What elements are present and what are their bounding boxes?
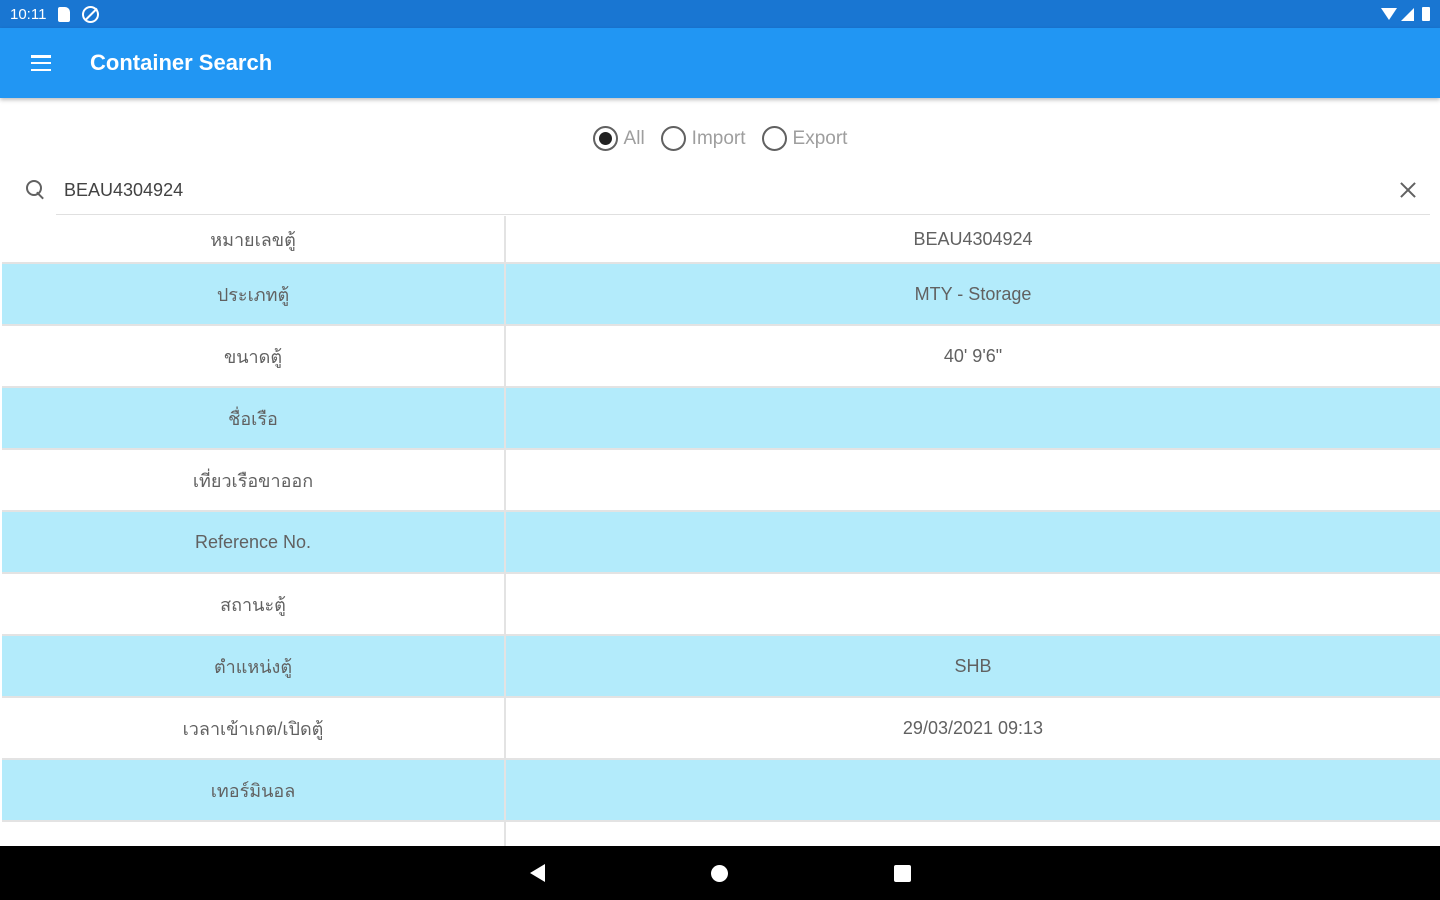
row-label: เวลาเข้าเกต/เปิดตู้ [2,698,506,758]
radio-unchecked-icon[interactable] [761,126,787,151]
table-row: ขนาดตู้ 40' 9'6" [2,326,1440,388]
home-icon[interactable] [711,865,728,882]
row-value [506,574,1440,634]
table-row: เที่ยวเรือขาออก [2,450,1440,512]
details-table: หมายเลขตู้ BEAU4304924 ประเภทตู้ MTY - S… [2,216,1440,846]
row-value: BEAU4304924 [913,228,1033,249]
table-row: เวลาเข้าเกต/เปิดตู้ 29/03/2021 09:13 [2,698,1440,760]
status-bar: 10:11 [0,0,1440,28]
row-label: สถานะตู้ [2,574,506,634]
status-time: 10:11 [10,5,47,23]
row-value: 29/03/2021 09:13 [902,717,1044,738]
search-input[interactable] [64,179,1364,201]
row-label: ชื่อเรือ [2,388,506,448]
row-value [506,760,1440,820]
search-underline [56,214,1430,215]
table-row: ชื่อเรือ [2,388,1440,450]
row-label: ตำแหน่งตู้ [2,636,506,696]
radio-all[interactable]: All [592,126,645,151]
battery-icon [1422,7,1430,21]
table-row: หมายเลขตู้ BEAU4304924 [2,216,1440,264]
row-value: SHB [954,655,992,676]
search-icon [26,180,46,200]
row-value [506,822,1440,846]
page-title: Container Search [90,50,273,75]
row-value [506,388,1440,448]
radio-import[interactable]: Import [660,126,746,151]
radio-all-label: All [623,127,645,149]
radio-import-label: Import [691,127,746,149]
close-icon[interactable] [1398,180,1418,200]
recent-apps-icon[interactable] [894,865,911,882]
signal-icon [1401,7,1414,21]
menu-icon[interactable] [31,55,51,71]
row-value [506,512,1440,572]
location-off-icon [82,5,100,23]
wifi-icon [1381,8,1397,20]
sd-card-icon [58,6,71,22]
row-value [506,450,1440,510]
row-label [2,822,506,846]
table-row: Reference No. [2,512,1440,574]
row-value: MTY - Storage [914,283,1032,304]
app-bar: Container Search [0,28,1440,98]
row-label: ขนาดตู้ [2,326,506,386]
radio-export[interactable]: Export [761,126,848,151]
table-row: ประเภทตู้ MTY - Storage [2,264,1440,326]
table-row: สถานะตู้ [2,574,1440,636]
row-label: เที่ยวเรือขาออก [2,450,506,510]
row-label: เทอร์มินอล [2,760,506,820]
table-row: เทอร์มินอล [2,760,1440,822]
table-row [2,822,1440,846]
row-label: Reference No. [2,512,506,572]
radio-export-label: Export [792,127,848,149]
search-bar [0,166,1440,214]
table-row: ตำแหน่งตู้ SHB [2,636,1440,698]
row-label: ประเภทตู้ [2,264,506,324]
navigation-bar [0,846,1440,900]
filter-radio-group: All Import Export [0,126,1440,151]
radio-unchecked-icon[interactable] [660,126,686,151]
row-value: 40' 9'6" [943,345,1003,366]
radio-checked-icon[interactable] [592,126,618,151]
back-icon[interactable] [530,864,545,882]
row-label: หมายเลขตู้ [2,216,506,262]
